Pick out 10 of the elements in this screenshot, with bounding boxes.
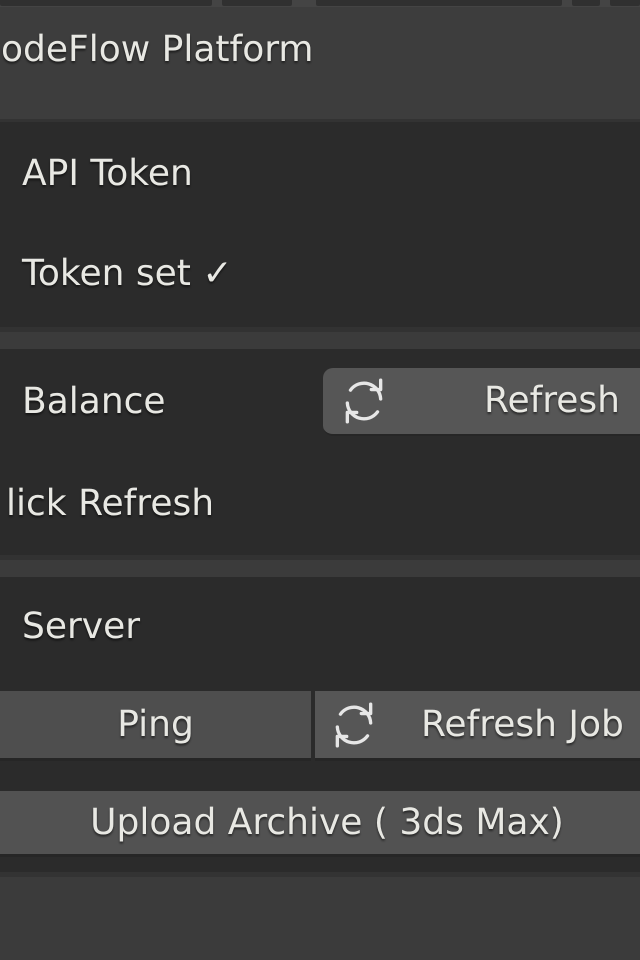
upload-archive-button[interactable]: Upload Archive ( 3ds Max) (0, 791, 640, 857)
label-text: Token set ✓ (22, 253, 232, 295)
label-text: API Token (22, 153, 193, 195)
label-text: lick Refresh (6, 483, 214, 525)
refresh-jobs-button[interactable]: Refresh Job (315, 691, 640, 761)
label-text: Server (22, 606, 140, 648)
panel-title: odeFlow Platform (1, 29, 314, 71)
refresh-button[interactable]: Refresh (323, 368, 640, 436)
ping-button[interactable]: Ping (0, 691, 311, 761)
label-text: Balance (22, 381, 167, 423)
